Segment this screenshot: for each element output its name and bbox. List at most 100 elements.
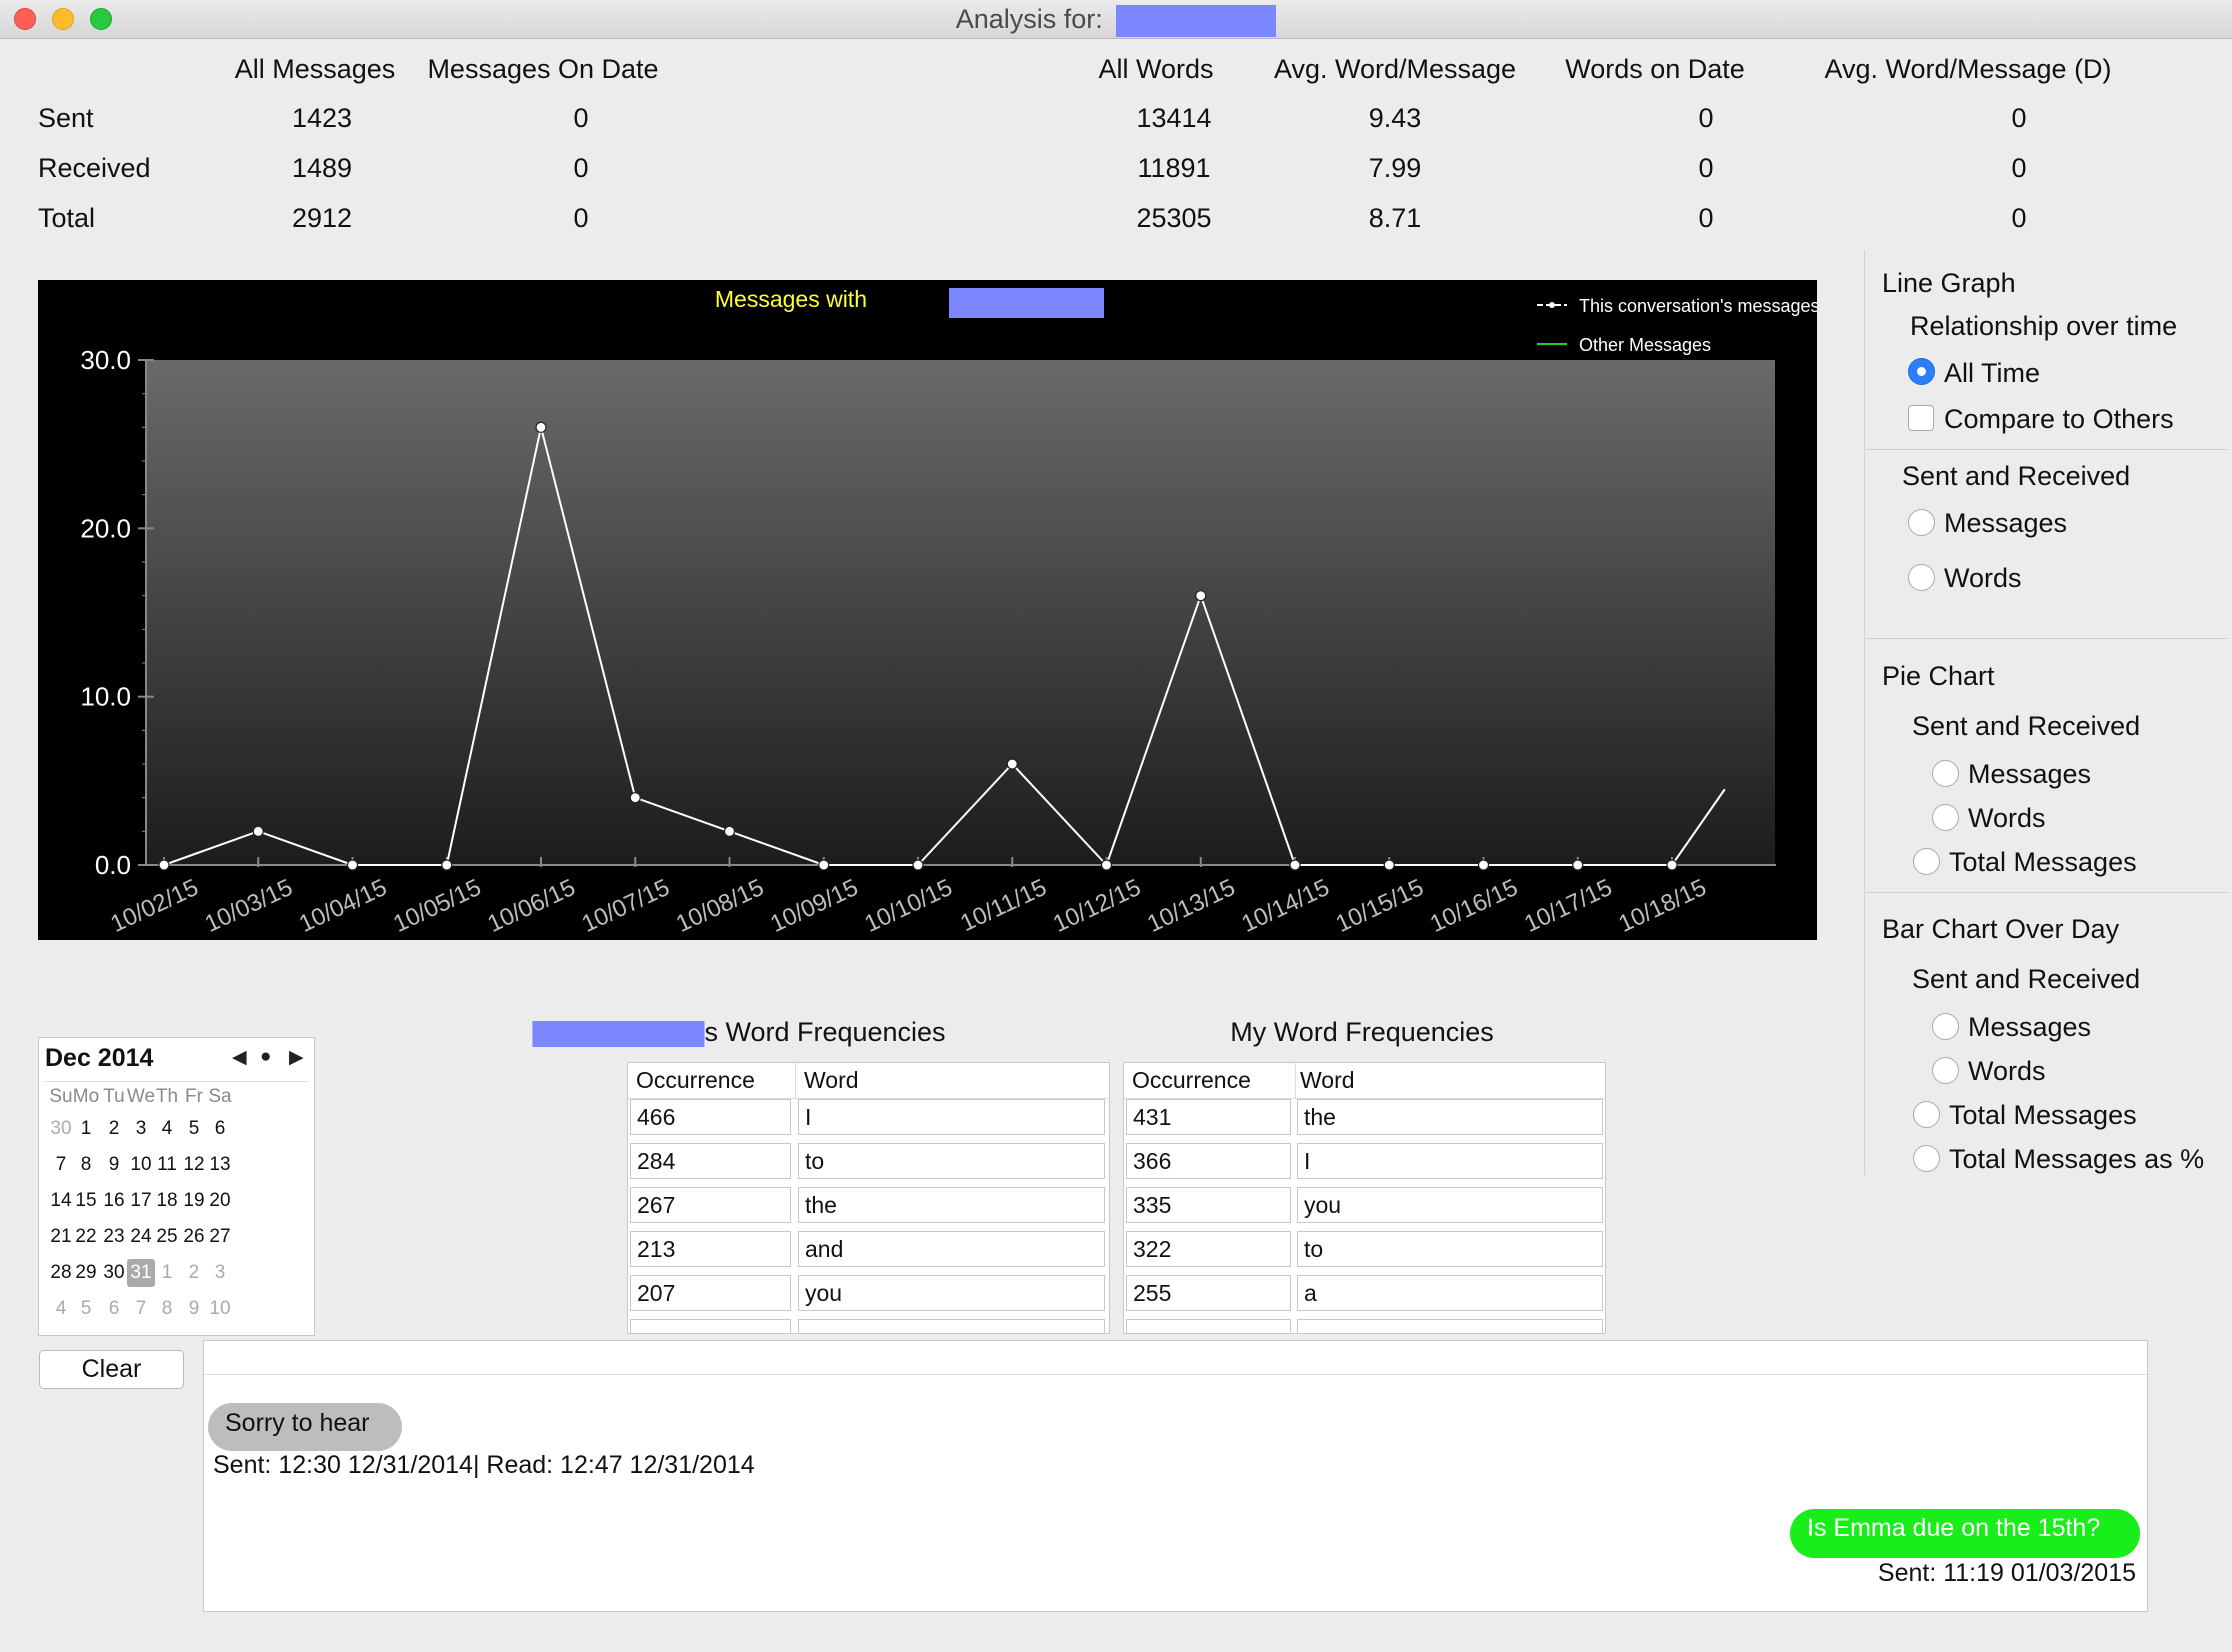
calendar-day[interactable]: 23 xyxy=(100,1223,128,1251)
today-dot-icon[interactable]: ● xyxy=(260,1046,271,1068)
next-month-icon[interactable]: ▶ xyxy=(289,1046,304,1069)
word-cell[interactable]: to xyxy=(1297,1231,1603,1267)
occurrence-cell[interactable]: 207 xyxy=(630,1275,791,1311)
calendar-day[interactable]: 11 xyxy=(153,1151,181,1179)
pie-total-messages-radio[interactable] xyxy=(1913,848,1940,875)
calendar-day[interactable]: 29 xyxy=(72,1259,100,1287)
calendar-day[interactable]: 26 xyxy=(180,1223,208,1251)
calendar-day[interactable]: 14 xyxy=(47,1187,75,1215)
occurrence-cell[interactable]: 255 xyxy=(1126,1275,1291,1311)
received-message-bubble[interactable]: Sorry to hear xyxy=(208,1403,402,1451)
word-cell[interactable]: the xyxy=(798,1187,1105,1223)
calendar-day[interactable]: 18 xyxy=(153,1187,181,1215)
pie-messages-radio[interactable] xyxy=(1932,760,1959,787)
sent-message-bubble[interactable]: Is Emma due on the 15th? xyxy=(1790,1509,2140,1558)
data-point xyxy=(158,859,170,871)
line-words-label[interactable]: Words xyxy=(1944,563,2022,594)
calendar-day[interactable]: 13 xyxy=(206,1151,234,1179)
calendar-day[interactable]: 27 xyxy=(206,1223,234,1251)
bar-messages-label[interactable]: Messages xyxy=(1968,1012,2091,1043)
word-column-header[interactable]: Word xyxy=(804,1067,859,1094)
bar-total-messages-pct-radio[interactable] xyxy=(1913,1145,1940,1172)
word-cell[interactable]: the xyxy=(1297,1099,1603,1135)
word-cell[interactable]: and xyxy=(798,1231,1105,1267)
bar-total-messages-radio[interactable] xyxy=(1913,1101,1940,1128)
calendar-day[interactable]: 15 xyxy=(72,1187,100,1215)
date-picker-calendar[interactable]: Dec 2014 ◀ ● ▶ Su Mo Tu We Th Fr Sa 30 1 2 3 4 5 6 7 8 9… xyxy=(38,1037,315,1336)
calendar-day[interactable]: 19 xyxy=(180,1187,208,1215)
occurrence-column-header[interactable]: Occurrence xyxy=(636,1067,755,1094)
calendar-day[interactable]: 3 xyxy=(206,1259,234,1287)
calendar-day[interactable]: 9 xyxy=(100,1151,128,1179)
word-cell[interactable]: I xyxy=(798,1099,1105,1135)
calendar-day[interactable]: 1 xyxy=(153,1259,181,1287)
word-column-header[interactable]: Word xyxy=(1300,1067,1355,1094)
pie-messages-label[interactable]: Messages xyxy=(1968,759,2091,790)
partial-row-cell xyxy=(1126,1319,1291,1333)
calendar-day[interactable]: 28 xyxy=(47,1259,75,1287)
occurrence-cell[interactable]: 267 xyxy=(630,1187,791,1223)
occurrence-cell[interactable]: 284 xyxy=(630,1143,791,1179)
calendar-day[interactable]: 7 xyxy=(47,1151,75,1179)
calendar-day[interactable]: 4 xyxy=(47,1295,75,1323)
calendar-day[interactable]: 25 xyxy=(153,1223,181,1251)
line-messages-radio[interactable] xyxy=(1908,509,1935,536)
calendar-day[interactable]: 9 xyxy=(180,1295,208,1323)
calendar-day[interactable]: 10 xyxy=(127,1151,155,1179)
data-point xyxy=(629,792,641,804)
word-cell[interactable]: a xyxy=(1297,1275,1603,1311)
bar-total-messages-pct-label[interactable]: Total Messages as % xyxy=(1949,1144,2204,1175)
pie-words-label[interactable]: Words xyxy=(1968,803,2046,834)
line-messages-label[interactable]: Messages xyxy=(1944,508,2067,539)
calendar-day[interactable]: 5 xyxy=(72,1295,100,1323)
calendar-day[interactable]: 31 xyxy=(127,1259,155,1287)
word-cell[interactable]: you xyxy=(798,1275,1105,1311)
calendar-day[interactable]: 6 xyxy=(206,1115,234,1143)
calendar-day[interactable]: 1 xyxy=(72,1115,100,1143)
calendar-day[interactable]: 8 xyxy=(153,1295,181,1323)
calendar-day[interactable]: 16 xyxy=(100,1187,128,1215)
occurrence-cell[interactable]: 335 xyxy=(1126,1187,1291,1223)
occurrence-cell[interactable]: 466 xyxy=(630,1099,791,1135)
occurrence-cell[interactable]: 431 xyxy=(1126,1099,1291,1135)
pie-words-radio[interactable] xyxy=(1932,804,1959,831)
all-time-radio[interactable] xyxy=(1908,358,1935,385)
occurrence-column-header[interactable]: Occurrence xyxy=(1132,1067,1251,1094)
calendar-day[interactable]: 10 xyxy=(206,1295,234,1323)
calendar-day[interactable]: 2 xyxy=(100,1115,128,1143)
calendar-day[interactable]: 20 xyxy=(206,1187,234,1215)
previous-month-icon[interactable]: ◀ xyxy=(232,1046,247,1069)
calendar-day[interactable]: 24 xyxy=(127,1223,155,1251)
calendar-day[interactable]: 21 xyxy=(47,1223,75,1251)
calendar-day[interactable]: 2 xyxy=(180,1259,208,1287)
line-words-radio[interactable] xyxy=(1908,564,1935,591)
bar-messages-radio[interactable] xyxy=(1932,1013,1959,1040)
occurrence-cell[interactable]: 366 xyxy=(1126,1143,1291,1179)
compare-to-others-label[interactable]: Compare to Others xyxy=(1944,404,2174,435)
calendar-day[interactable]: 30 xyxy=(100,1259,128,1287)
compare-to-others-checkbox[interactable] xyxy=(1908,405,1934,431)
calendar-day[interactable]: 30 xyxy=(47,1115,75,1143)
calendar-day[interactable]: 3 xyxy=(127,1115,155,1143)
word-cell[interactable]: to xyxy=(798,1143,1105,1179)
pie-total-messages-label[interactable]: Total Messages xyxy=(1949,847,2137,878)
calendar-day[interactable]: 8 xyxy=(72,1151,100,1179)
calendar-day[interactable]: 22 xyxy=(72,1223,100,1251)
calendar-day[interactable]: 7 xyxy=(127,1295,155,1323)
calendar-day[interactable]: 4 xyxy=(153,1115,181,1143)
calendar-day[interactable]: 5 xyxy=(180,1115,208,1143)
all-time-label[interactable]: All Time xyxy=(1944,358,2040,389)
x-tick-label: 10/03/15 xyxy=(201,874,297,938)
occurrence-cell[interactable]: 322 xyxy=(1126,1231,1291,1267)
occurrence-cell[interactable]: 213 xyxy=(630,1231,791,1267)
bar-words-radio[interactable] xyxy=(1932,1057,1959,1084)
calendar-day[interactable]: 12 xyxy=(180,1151,208,1179)
bar-total-messages-label[interactable]: Total Messages xyxy=(1949,1100,2137,1131)
word-cell[interactable]: you xyxy=(1297,1187,1603,1223)
bar-words-label[interactable]: Words xyxy=(1968,1056,2046,1087)
calendar-day[interactable]: 6 xyxy=(100,1295,128,1323)
calendar-day[interactable]: 17 xyxy=(127,1187,155,1215)
clear-button[interactable]: Clear xyxy=(39,1350,184,1389)
message-view[interactable]: Sorry to hear Sent: 12:30 12/31/2014| Re… xyxy=(203,1340,2148,1612)
word-cell[interactable]: I xyxy=(1297,1143,1603,1179)
